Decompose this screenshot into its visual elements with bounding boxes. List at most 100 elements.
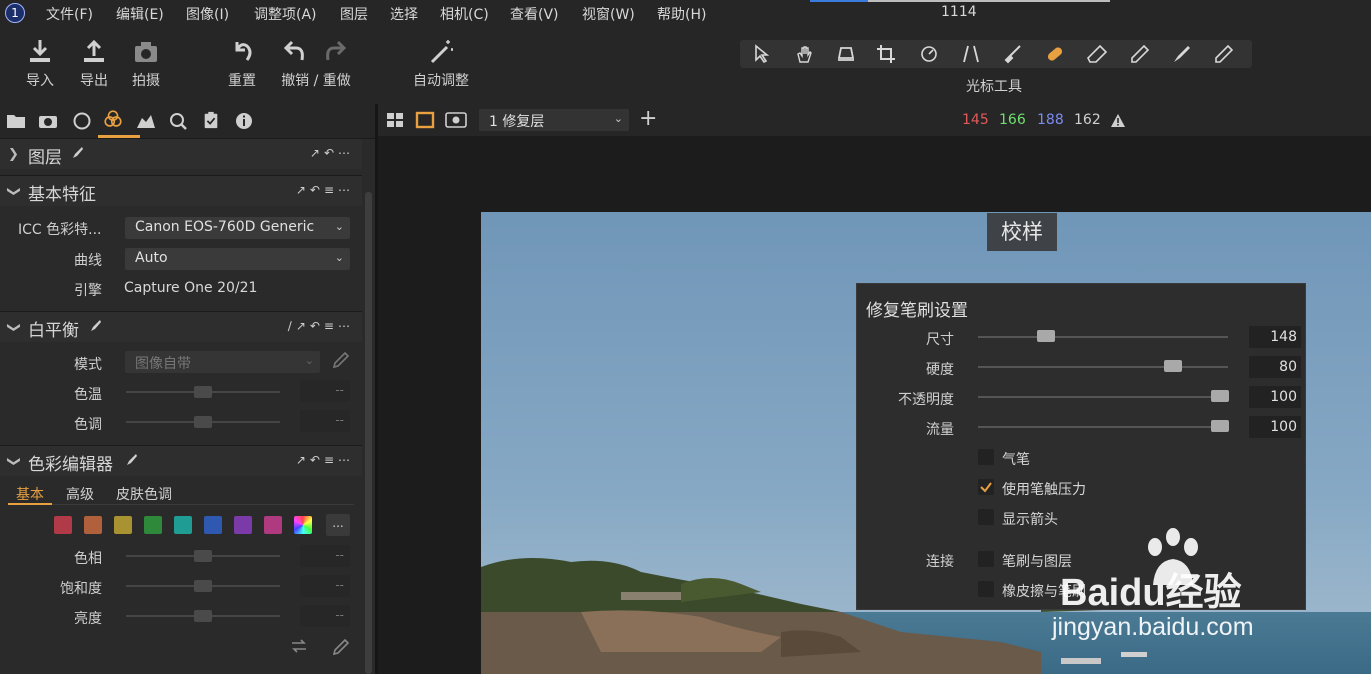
brush-opacity-slider-handle[interactable]: [1211, 390, 1229, 402]
add-layer-plus-icon[interactable]: +: [639, 106, 657, 131]
swatch-red[interactable]: [54, 516, 72, 534]
more-colors-button[interactable]: ...: [326, 514, 350, 536]
loupe-icon[interactable]: [835, 44, 857, 64]
curve-dropdown[interactable]: Auto ⌄: [125, 248, 350, 270]
auto-adjust-button[interactable]: 自动调整: [408, 38, 474, 90]
saturation-slider-handle[interactable]: [194, 580, 212, 592]
eyedropper-icon[interactable]: [330, 351, 350, 371]
brush-flow-slider-handle[interactable]: [1211, 420, 1229, 432]
keystone-icon[interactable]: [960, 44, 982, 64]
exposure-icon[interactable]: [136, 112, 156, 130]
proof-eye-icon[interactable]: [445, 112, 467, 128]
menu-adjustments[interactable]: 调整项(A): [254, 4, 317, 24]
grid-view-icon[interactable]: [386, 112, 404, 128]
swatch-cyan[interactable]: [174, 516, 192, 534]
engine-value: Capture One 20/21: [124, 280, 258, 296]
swatch-blue[interactable]: [204, 516, 222, 534]
airbrush-checkbox[interactable]: [978, 449, 994, 465]
details-icon[interactable]: [168, 112, 188, 130]
warning-icon[interactable]: [1110, 113, 1126, 128]
eraser-brush-checkbox[interactable]: [978, 581, 994, 597]
layers-section-header[interactable]: ❯ 图层 ↗↶⋯: [0, 138, 362, 169]
swatch-green[interactable]: [144, 516, 162, 534]
eraser-icon[interactable]: [1086, 44, 1108, 64]
rotate-icon[interactable]: [918, 44, 940, 64]
icc-profile-dropdown[interactable]: Canon EOS-760D Generic ⌄: [125, 217, 350, 239]
brush-flow-slider[interactable]: [978, 426, 1228, 428]
adjustments-clipboard-icon[interactable]: [201, 111, 221, 129]
tab-skin-tone[interactable]: 皮肤色调: [116, 484, 172, 504]
swatch-orange[interactable]: [84, 516, 102, 534]
pen-icon[interactable]: [1212, 44, 1234, 64]
metadata-info-icon[interactable]: [234, 112, 254, 130]
tab-advanced[interactable]: 高级: [66, 484, 94, 504]
tab-basic[interactable]: 基本: [16, 484, 44, 504]
swatch-custom[interactable]: [294, 516, 312, 534]
panel-scrollbar-thumb[interactable]: [365, 192, 372, 674]
annotate-icon[interactable]: [1170, 44, 1192, 64]
brush-hardness-slider-handle[interactable]: [1164, 360, 1182, 372]
import-button[interactable]: 导入: [20, 38, 60, 90]
color-editor-section-header[interactable]: ❯ 色彩编辑器 ↗↶≡⋯: [0, 445, 362, 476]
saturation-value[interactable]: --: [300, 575, 350, 597]
export-button[interactable]: 导出: [74, 38, 114, 90]
section-action-icons[interactable]: ↗↶⋯: [310, 146, 354, 160]
menu-camera[interactable]: 相机(C): [440, 4, 489, 24]
pen-pressure-checkbox[interactable]: [978, 479, 994, 495]
brush-size-slider[interactable]: [978, 336, 1228, 338]
brush-layer-checkbox[interactable]: [978, 551, 994, 567]
section-action-icons[interactable]: ↗↶≡⋯: [296, 183, 354, 197]
color-picker-plus-icon[interactable]: [330, 638, 350, 658]
menu-help[interactable]: 帮助(H): [657, 4, 706, 24]
brush-hardness-slider[interactable]: [978, 366, 1228, 368]
undo-redo-button[interactable]: 撤销 / 重做: [276, 38, 356, 90]
section-action-icons[interactable]: ↗↶≡⋯: [296, 453, 354, 467]
single-view-icon[interactable]: [415, 111, 435, 129]
select-arrow-icon[interactable]: [752, 44, 774, 64]
menu-select[interactable]: 选择: [390, 4, 418, 24]
menu-file[interactable]: 文件(F): [46, 4, 93, 24]
menu-window[interactable]: 视窗(W): [582, 4, 635, 24]
hand-icon[interactable]: [794, 44, 816, 64]
brush-flow-value[interactable]: 100: [1249, 416, 1301, 438]
healing-brush-icon[interactable]: [1044, 44, 1066, 64]
menu-image[interactable]: 图像(I): [186, 4, 229, 24]
wb-tint-slider-handle[interactable]: [194, 416, 212, 428]
swatch-magenta[interactable]: [264, 516, 282, 534]
capture-button[interactable]: 拍摄: [126, 38, 166, 90]
library-icon[interactable]: [6, 112, 26, 130]
hue-value[interactable]: --: [300, 545, 350, 567]
wb-tint-value[interactable]: --: [300, 410, 350, 432]
capture-tab-icon[interactable]: [38, 112, 58, 130]
brush-size-value[interactable]: 148: [1249, 326, 1301, 348]
swap-icon[interactable]: [290, 638, 308, 654]
section-action-icons[interactable]: ∕↗↶≡⋯: [288, 319, 354, 333]
crop-icon[interactable]: [876, 44, 898, 64]
lightness-value[interactable]: --: [300, 605, 350, 627]
wb-temp-slider-handle[interactable]: [194, 386, 212, 398]
lens-icon[interactable]: [72, 112, 92, 130]
hue-slider-handle[interactable]: [194, 550, 212, 562]
layer-select-dropdown[interactable]: 1 修复层 ⌄: [479, 109, 629, 131]
color-tab-icon[interactable]: [103, 110, 123, 128]
wb-temp-value[interactable]: --: [300, 380, 350, 402]
swatch-yellow[interactable]: [114, 516, 132, 534]
brush-size-slider-handle[interactable]: [1037, 330, 1055, 342]
wb-mode-dropdown[interactable]: 图像自带 ⌄: [125, 351, 320, 373]
color-picker-icon[interactable]: [1128, 44, 1150, 64]
brush-hardness-value[interactable]: 80: [1249, 356, 1301, 378]
reset-button[interactable]: 重置: [222, 38, 262, 90]
brush-opacity-slider[interactable]: [978, 396, 1228, 398]
white-balance-section-header[interactable]: ❯ 白平衡 ∕↗↶≡⋯: [0, 311, 362, 342]
menu-view[interactable]: 查看(V): [510, 4, 559, 24]
lightness-slider-handle[interactable]: [194, 610, 212, 622]
layer-select-value: 1 修复层: [489, 114, 545, 130]
basic-section-header[interactable]: ❯ 基本特征 ↗↶≡⋯: [0, 175, 362, 206]
brush-icon[interactable]: [1002, 44, 1024, 64]
swatch-purple[interactable]: [234, 516, 252, 534]
brush-opacity-value[interactable]: 100: [1249, 386, 1301, 408]
show-arrows-checkbox[interactable]: [978, 509, 994, 525]
readout-red: 145: [962, 112, 989, 128]
menu-edit[interactable]: 编辑(E): [116, 4, 164, 24]
menu-layers[interactable]: 图层: [340, 4, 368, 24]
